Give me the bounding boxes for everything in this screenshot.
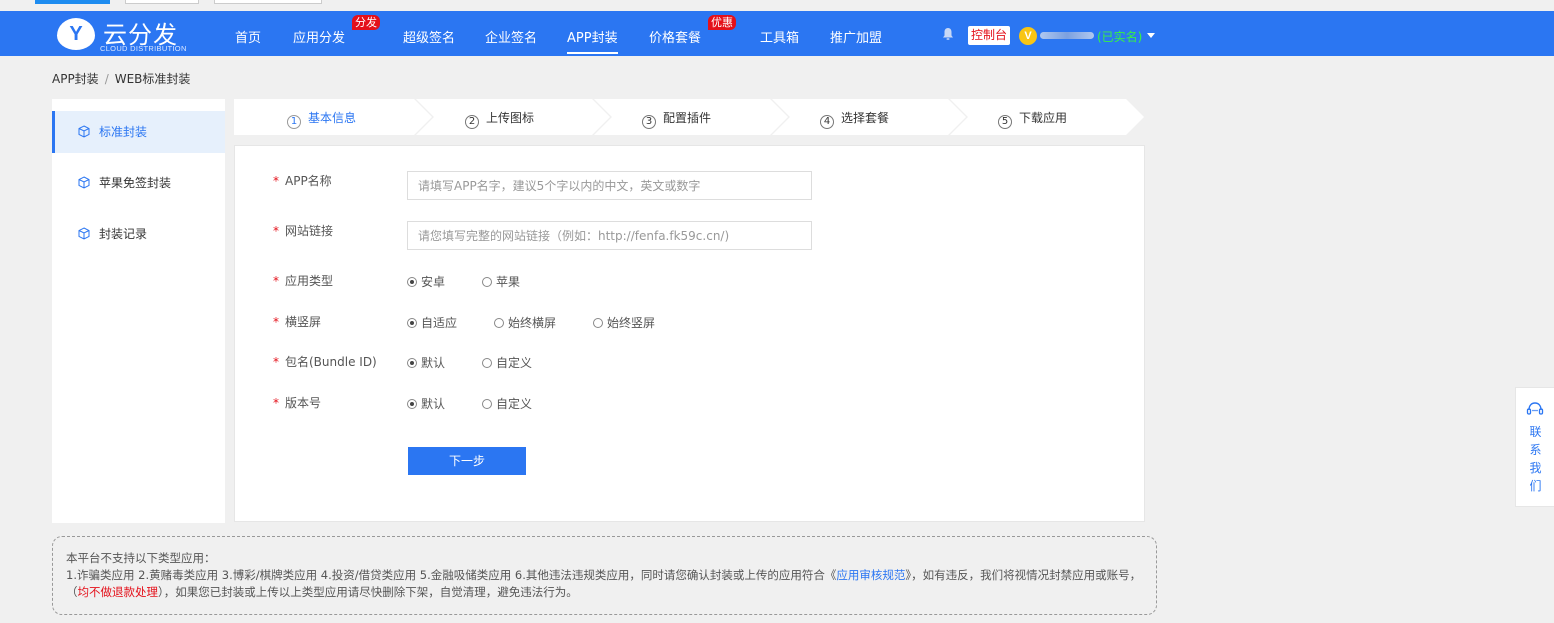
step-number: 1 — [287, 115, 301, 129]
bundle-id-label: * 包名(Bundle ID) — [273, 355, 377, 369]
app-name-input[interactable] — [407, 171, 812, 200]
policy-notice: 本平台不支持以下类型应用： 1.诈骗类应用 2.黄赌毒类应用 3.博彩/棋牌类应… — [52, 536, 1157, 615]
nav-home[interactable]: 首页 — [235, 27, 261, 46]
breadcrumb-separator: / — [104, 72, 109, 86]
cube-icon — [78, 125, 90, 138]
orientation-label: * 横竖屏 — [273, 315, 322, 329]
cube-icon — [78, 227, 90, 240]
radio-dot — [407, 399, 417, 409]
top-navbar: Y 云分发 CLOUD DISTRIBUTION 首页 应用分发 分发 超级签名… — [0, 11, 1554, 56]
sidebar-item-label: 封装记录 — [99, 227, 148, 241]
step-label: 选择套餐 — [841, 111, 890, 125]
contact-us-label: 联 系 我 们 — [1529, 425, 1542, 493]
radio-dot — [593, 318, 603, 328]
radio-dot — [482, 277, 492, 287]
next-step-button[interactable]: 下一步 — [408, 447, 526, 475]
form-panel: *APP名称 *网站链接 *应用类型 安卓 苹果 *横竖屏 自适应 始终横屏 始… — [234, 145, 1145, 522]
nav-affiliate[interactable]: 推广加盟 — [830, 27, 882, 46]
sidebar-item-standard-packaging[interactable]: 标准封装 — [52, 111, 225, 153]
sidebar-item-label: 苹果免签封装 — [99, 176, 172, 190]
top-tab[interactable] — [125, 0, 199, 4]
nav-app-distribution[interactable]: 应用分发 — [293, 27, 345, 46]
orientation-auto-radio[interactable]: 自适应 — [407, 314, 457, 331]
bell-icon[interactable] — [941, 27, 955, 41]
step-1: 1 基本信息 — [287, 109, 356, 129]
app-name-label: * APP名称 — [273, 174, 332, 188]
nav-toolbox[interactable]: 工具箱 — [760, 27, 799, 46]
step-5: 5 下载应用 — [998, 109, 1067, 129]
site-link-input[interactable] — [407, 221, 812, 250]
no-refund-text: 均不做退款处理 — [77, 585, 159, 599]
breadcrumb: APP封装 / WEB标准封装 — [52, 70, 190, 87]
review-policy-link[interactable]: 应用审核规范 — [836, 568, 905, 582]
radio-dot — [407, 318, 417, 328]
step-4: 4 选择套餐 — [820, 109, 889, 129]
radio-dot — [407, 277, 417, 287]
step-number: 4 — [820, 115, 834, 129]
distribution-badge: 分发 — [352, 15, 380, 30]
radio-dot — [482, 358, 492, 368]
breadcrumb-parent[interactable]: APP封装 — [52, 72, 99, 86]
contact-us-widget[interactable]: 联 系 我 们 — [1515, 387, 1554, 507]
step-number: 2 — [465, 115, 479, 129]
app-type-android-radio[interactable]: 安卓 — [407, 273, 445, 290]
chevron-down-icon[interactable] — [1147, 33, 1155, 38]
console-button[interactable]: 控制台 — [968, 26, 1010, 45]
username-blurred[interactable] — [1040, 32, 1094, 39]
step-progress: 1 基本信息 2 上传图标 3 配置插件 4 选择套餐 5 下载应用 — [234, 99, 1145, 135]
nav-super-signature[interactable]: 超级签名 — [403, 27, 455, 46]
bundle-id-default-radio[interactable]: 默认 — [407, 354, 445, 371]
headset-icon — [1526, 402, 1544, 415]
bundle-id-custom-radio[interactable]: 自定义 — [482, 354, 532, 371]
verified-status[interactable]: (已实名) — [1097, 28, 1142, 45]
site-link-label: * 网站链接 — [273, 224, 334, 238]
sidebar-item-records[interactable]: 封装记录 — [52, 213, 225, 255]
app-type-label: * 应用类型 — [273, 274, 334, 288]
logo-subtitle: CLOUD DISTRIBUTION — [100, 44, 187, 53]
vip-icon: V — [1019, 27, 1037, 45]
step-2: 2 上传图标 — [465, 109, 534, 129]
step-number: 3 — [642, 115, 656, 129]
step-3: 3 配置插件 — [642, 109, 711, 129]
top-tab-active[interactable] — [35, 0, 110, 4]
nav-pricing[interactable]: 价格套餐 — [649, 27, 701, 46]
radio-dot — [494, 318, 504, 328]
step-label: 基本信息 — [308, 111, 357, 125]
breadcrumb-current: WEB标准封装 — [114, 72, 191, 86]
top-strip — [0, 0, 1554, 11]
step-label: 配置插件 — [663, 111, 712, 125]
orientation-landscape-radio[interactable]: 始终横屏 — [494, 314, 556, 331]
nav-enterprise-signature[interactable]: 企业签名 — [485, 27, 537, 46]
logo[interactable]: Y 云分发 CLOUD DISTRIBUTION — [57, 16, 197, 53]
logo-mark: Y — [57, 18, 95, 50]
version-custom-radio[interactable]: 自定义 — [482, 395, 532, 412]
step-label: 上传图标 — [486, 111, 535, 125]
top-tab[interactable] — [214, 0, 322, 4]
radio-dot — [482, 399, 492, 409]
sidebar-item-apple-no-sign[interactable]: 苹果免签封装 — [52, 162, 225, 204]
sidebar: 标准封装 苹果免签封装 封装记录 — [52, 99, 225, 523]
step-number: 5 — [998, 115, 1012, 129]
nav-app-packaging[interactable]: APP封装 — [567, 27, 618, 54]
cube-icon — [78, 176, 90, 189]
version-default-radio[interactable]: 默认 — [407, 395, 445, 412]
app-type-ios-radio[interactable]: 苹果 — [482, 273, 520, 290]
discount-badge: 优惠 — [708, 15, 736, 30]
step-label: 下载应用 — [1019, 111, 1068, 125]
radio-dot — [407, 358, 417, 368]
version-label: * 版本号 — [273, 396, 322, 410]
sidebar-item-label: 标准封装 — [99, 125, 148, 139]
notice-body: 1.诈骗类应用 2.黄赌毒类应用 3.博彩/棋牌类应用 4.投资/借贷类应用 5… — [66, 568, 1142, 599]
notice-title: 本平台不支持以下类型应用： — [66, 551, 216, 565]
orientation-portrait-radio[interactable]: 始终竖屏 — [593, 314, 655, 331]
